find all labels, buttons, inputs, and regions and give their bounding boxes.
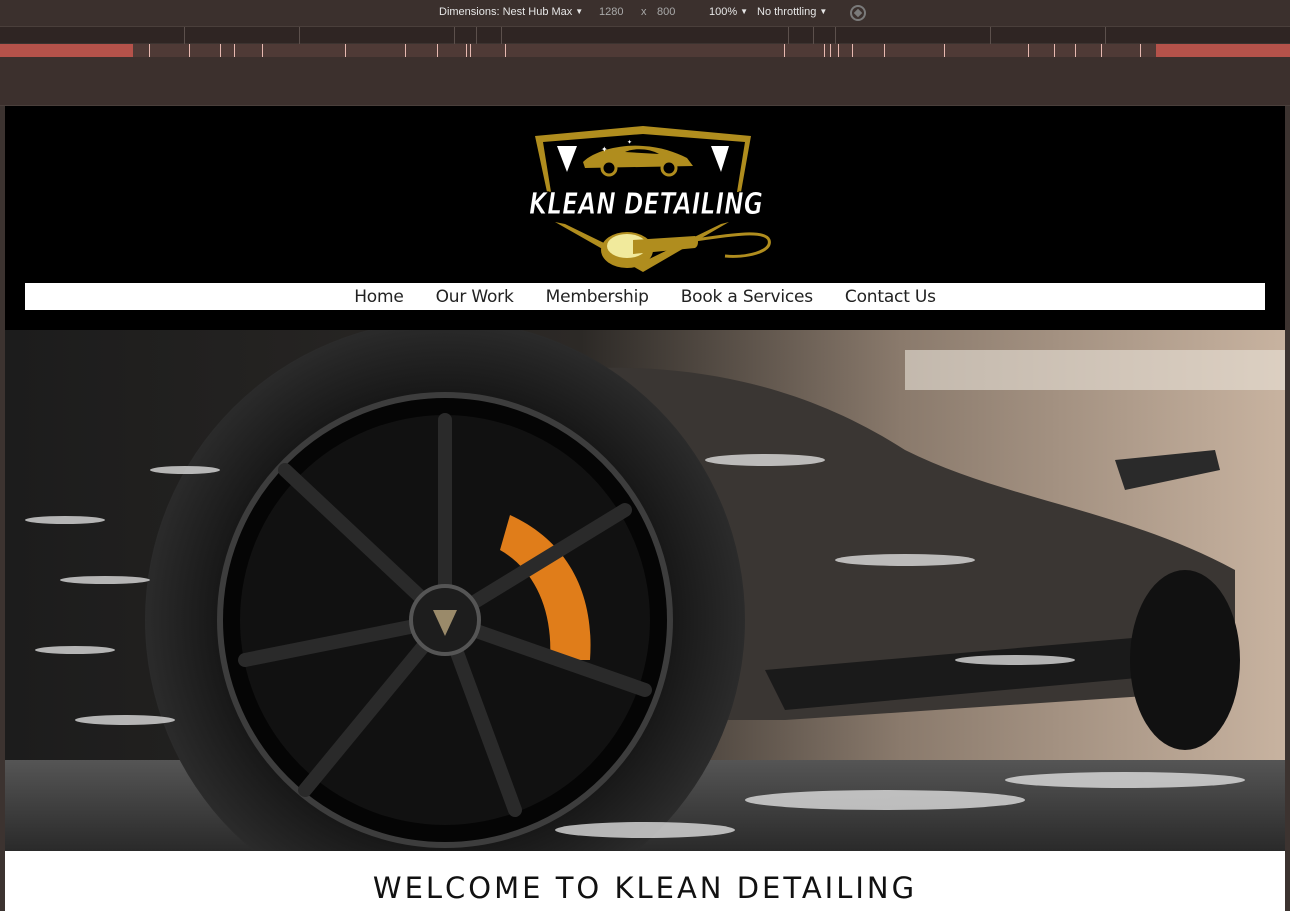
viewport-gutter	[0, 57, 1290, 106]
nav-home[interactable]: Home	[354, 287, 404, 307]
dimensions-label: Dimensions: Nest Hub Max	[439, 6, 573, 18]
welcome-heading: WELCOME TO KLEAN DETAILING	[372, 871, 918, 905]
logo-text: KLEAN DETAILING	[529, 187, 763, 222]
chevron-down-icon: ▼	[575, 7, 584, 16]
throttling-dropdown[interactable]: No throttling ▼	[757, 6, 827, 18]
device-viewport: ✦ ✦ KLEAN DETAILING Home Our Work Member…	[5, 106, 1285, 911]
dimension-separator: x	[641, 6, 647, 18]
zoom-label: 100%	[709, 6, 738, 18]
dimensions-dropdown[interactable]: Dimensions: Nest Hub Max ▼	[439, 6, 583, 18]
media-query-bar-max[interactable]	[0, 26, 1290, 44]
klean-detailing-logo[interactable]: ✦ ✦ KLEAN DETAILING	[515, 122, 777, 280]
svg-text:✦: ✦	[601, 145, 608, 154]
svg-text:✦: ✦	[627, 139, 632, 146]
nav-membership[interactable]: Membership	[546, 287, 649, 307]
site-header: ✦ ✦ KLEAN DETAILING Home Our Work Member…	[5, 106, 1285, 330]
main-nav: Home Our Work Membership Book a Services…	[25, 283, 1265, 310]
foamy-sports-car-photo	[5, 330, 1285, 851]
nav-contact-us[interactable]: Contact Us	[845, 287, 936, 307]
nav-our-work[interactable]: Our Work	[436, 287, 514, 307]
chevron-down-icon: ▼	[819, 7, 828, 16]
hero-image	[5, 330, 1285, 851]
welcome-section: WELCOME TO KLEAN DETAILING	[5, 851, 1285, 911]
throttling-label: No throttling	[757, 6, 817, 18]
media-query-bar-min[interactable]	[0, 44, 1290, 57]
zoom-dropdown[interactable]: 100% ▼	[709, 6, 748, 18]
height-input[interactable]: 800	[657, 6, 675, 18]
chevron-down-icon: ▼	[740, 7, 749, 16]
nav-book-services[interactable]: Book a Services	[681, 287, 813, 307]
rotate-icon[interactable]	[850, 5, 866, 21]
width-input[interactable]: 1280	[599, 6, 623, 18]
device-toolbar: Dimensions: Nest Hub Max ▼ 1280 x 800 100…	[0, 0, 1290, 26]
